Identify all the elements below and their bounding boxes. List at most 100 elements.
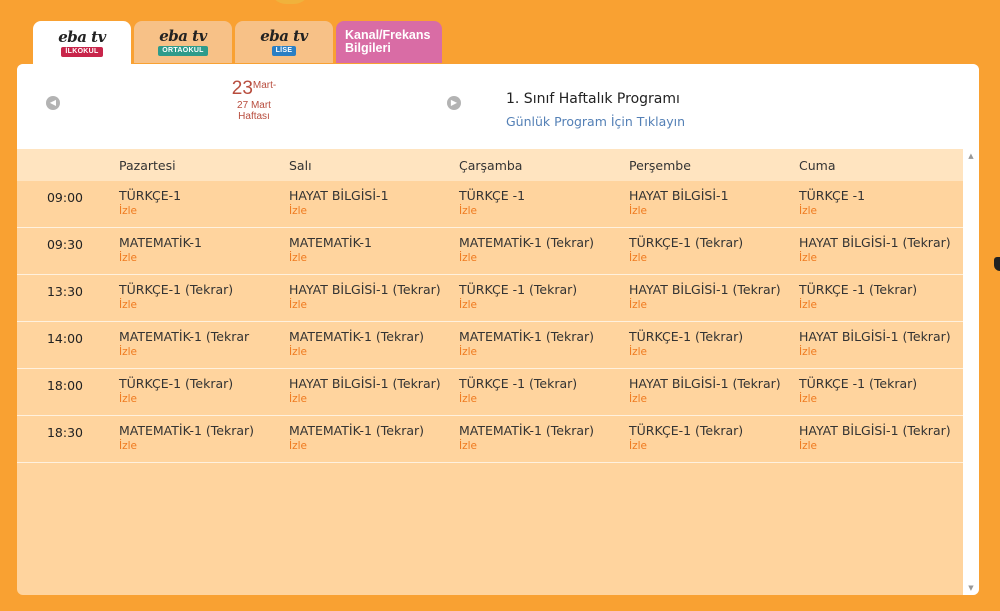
schedule-table-body: 09:00 TÜRKÇE-1 İzle HAYAT BİLGİSİ-1 İzle TÜRK… [17, 181, 963, 463]
watch-link[interactable]: İzle [799, 251, 951, 265]
program-name: TÜRKÇE -1 (Tekrar) [799, 376, 918, 391]
program-cell: TÜRKÇE-1 İzle [119, 188, 181, 218]
schedule-header: ◀ 23Mart- 27 Mart Haftası ▶ 1. Sınıf Haf… [17, 64, 979, 149]
time-slot: 14:00 [46, 331, 84, 346]
watch-link[interactable]: İzle [289, 439, 424, 453]
program-cell: HAYAT BİLGİSİ-1 İzle [289, 188, 389, 218]
program-name: TÜRKÇE-1 (Tekrar) [119, 376, 234, 391]
watch-link[interactable]: İzle [799, 345, 951, 359]
program-cell: MATEMATİK-1 (Tekrar) İzle [459, 423, 594, 453]
program-name: TÜRKÇE-1 (Tekrar) [119, 282, 234, 297]
tab-kanal-frekans[interactable]: Kanal/Frekans Bilgileri [336, 21, 442, 63]
watch-link[interactable]: İzle [629, 298, 781, 312]
tab-lise[interactable]: eba tv LİSE [235, 21, 333, 63]
watch-link[interactable]: İzle [119, 298, 233, 312]
program-cell: MATEMATİK-1 (Tekrar) İzle [459, 329, 594, 359]
day-header: Pazartesi [119, 158, 176, 173]
watch-link[interactable]: İzle [289, 298, 441, 312]
tab-ilkokul[interactable]: eba tv İLKOKUL [33, 21, 131, 64]
watch-link[interactable]: İzle [119, 439, 254, 453]
day-header: Çarşamba [459, 158, 523, 173]
day-header: Cuma [799, 158, 836, 173]
watch-link[interactable]: İzle [459, 204, 525, 218]
watch-link[interactable]: İzle [289, 251, 372, 265]
eba-tv-logo: eba tv [260, 27, 308, 45]
program-cell: TÜRKÇE-1 (Tekrar) İzle [119, 376, 233, 406]
program-cell: HAYAT BİLGİSİ-1 (Tekrar) İzle [629, 376, 781, 406]
program-cell: MATEMATİK-1 İzle [119, 235, 202, 265]
program-name: TÜRKÇE -1 (Tekrar) [459, 282, 578, 297]
program-name: MATEMATİK-1 (Tekrar) [459, 423, 595, 438]
watch-link[interactable]: İzle [459, 251, 594, 265]
watch-link[interactable]: İzle [459, 439, 594, 453]
program-name: HAYAT BİLGİSİ-1 (Tekrar) [629, 282, 781, 297]
program-cell: HAYAT BİLGİSİ-1 (Tekrar) İzle [799, 235, 951, 265]
program-name: MATEMATİK-1 [119, 235, 202, 250]
watch-link[interactable]: İzle [799, 439, 951, 453]
watch-link[interactable]: İzle [119, 392, 233, 406]
table-row: 09:00 TÜRKÇE-1 İzle HAYAT BİLGİSİ-1 İzle TÜRK… [17, 181, 963, 228]
week-end-date: 27 Mart [237, 100, 271, 111]
watch-link[interactable]: İzle [629, 204, 729, 218]
week-start-day: 23 [231, 78, 253, 99]
table-row: 13:30 TÜRKÇE-1 (Tekrar) İzle HAYAT BİLGİSİ-… [17, 275, 963, 322]
program-name: HAYAT BİLGİSİ-1 (Tekrar) [289, 376, 441, 391]
program-cell: HAYAT BİLGİSİ-1 (Tekrar) İzle [289, 376, 441, 406]
arrow-up-icon[interactable]: ▲ [963, 149, 979, 163]
watch-link[interactable]: İzle [799, 204, 865, 218]
program-cell: MATEMATİK-1 (Tekrar) İzle [289, 329, 424, 359]
daily-program-link[interactable]: Günlük Program İçin Tıklayın [506, 114, 685, 129]
arrow-down-icon[interactable]: ▼ [963, 581, 979, 595]
program-name: TÜRKÇE-1 (Tekrar) [629, 423, 744, 438]
table-row: 18:30 MATEMATİK-1 (Tekrar) İzle MATEMATİK-1… [17, 416, 963, 463]
chevron-left-icon[interactable]: ◀ [46, 96, 60, 110]
watch-link[interactable]: İzle [629, 439, 743, 453]
program-name: TÜRKÇE-1 (Tekrar) [629, 329, 744, 344]
program-name: HAYAT BİLGİSİ-1 (Tekrar) [799, 235, 951, 250]
day-header: Perşembe [629, 158, 691, 173]
time-slot: 13:30 [46, 284, 84, 299]
watch-link[interactable]: İzle [799, 392, 917, 406]
program-cell: TÜRKÇE -1 İzle [799, 188, 865, 218]
schedule-panel: ◀ 23Mart- 27 Mart Haftası ▶ 1. Sınıf Haf… [17, 64, 979, 595]
watch-link[interactable]: İzle [799, 298, 917, 312]
watch-link[interactable]: İzle [459, 298, 577, 312]
watch-link[interactable]: İzle [459, 345, 594, 359]
program-cell: MATEMATİK-1 (Tekrar İzle [119, 329, 249, 359]
program-name: TÜRKÇE -1 (Tekrar) [799, 282, 918, 297]
tab-ortaokul[interactable]: eba tv ORTAOKUL [134, 21, 232, 63]
table-header: Pazartesi Salı Çarşamba Perşembe Cuma [17, 149, 963, 181]
program-name: TÜRKÇE -1 [799, 188, 866, 203]
program-cell: TÜRKÇE -1 İzle [459, 188, 525, 218]
watch-link[interactable]: İzle [289, 204, 389, 218]
program-name: MATEMATİK-1 (Tekrar) [459, 235, 595, 250]
watch-link[interactable]: İzle [289, 392, 441, 406]
scrollbar[interactable]: ▲ ▼ [963, 149, 979, 595]
program-name: MATEMATİK-1 (Tekrar) [119, 423, 255, 438]
tab-badge: İLKOKUL [61, 46, 103, 57]
program-name: HAYAT BİLGİSİ-1 (Tekrar) [629, 376, 781, 391]
table-row: 09:30 MATEMATİK-1 İzle MATEMATİK-1 İzle MATEM… [17, 228, 963, 275]
day-header: Salı [289, 158, 312, 173]
watch-link[interactable]: İzle [629, 251, 743, 265]
program-name: MATEMATİK-1 (Tekrar) [459, 329, 595, 344]
watch-link[interactable]: İzle [119, 204, 181, 218]
program-cell: TÜRKÇE -1 (Tekrar) İzle [799, 376, 917, 406]
decorative-shape [270, 0, 310, 4]
watch-link[interactable]: İzle [629, 392, 781, 406]
table-row: 14:00 MATEMATİK-1 (Tekrar İzle MATEMATİK-1 … [17, 322, 963, 369]
program-name: TÜRKÇE -1 [459, 188, 526, 203]
program-cell: MATEMATİK-1 (Tekrar) İzle [289, 423, 424, 453]
watch-link[interactable]: İzle [459, 392, 577, 406]
program-name: MATEMATİK-1 (Tekrar) [289, 329, 425, 344]
watch-link[interactable]: İzle [119, 345, 249, 359]
program-name: HAYAT BİLGİSİ-1 [629, 188, 729, 203]
program-cell: HAYAT BİLGİSİ-1 (Tekrar) İzle [629, 282, 781, 312]
program-name: HAYAT BİLGİSİ-1 (Tekrar) [289, 282, 441, 297]
watch-link[interactable]: İzle [119, 251, 202, 265]
watch-link[interactable]: İzle [629, 345, 743, 359]
time-slot: 18:30 [46, 425, 84, 440]
watch-link[interactable]: İzle [289, 345, 424, 359]
chevron-right-icon[interactable]: ▶ [447, 96, 461, 110]
program-name: HAYAT BİLGİSİ-1 (Tekrar) [799, 423, 951, 438]
